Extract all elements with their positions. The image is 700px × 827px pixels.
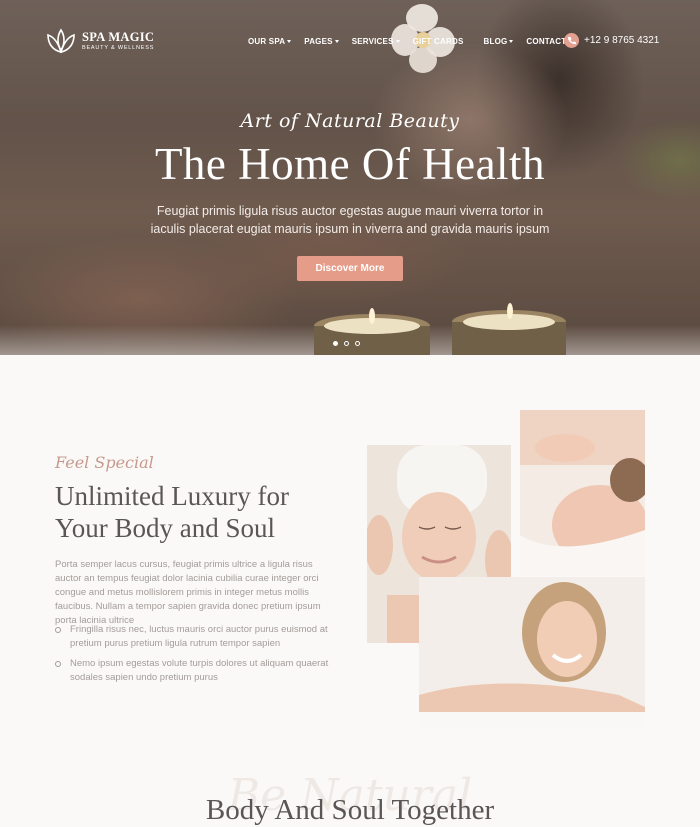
back-massage-photo (520, 410, 645, 576)
slide-dot[interactable] (344, 341, 349, 346)
about-title-line: Your Body and Soul (55, 513, 276, 543)
smiling-woman-photo (419, 577, 645, 728)
menu-item-gift-cards[interactable]: GIFT CARDS (413, 37, 464, 46)
about-section: Feel Special Unlimited Luxury for Your B… (0, 355, 700, 826)
phone-icon (564, 33, 579, 48)
about-description: Porta semper lacus cursus, feugiat primi… (55, 559, 321, 626)
list-item: Nemo ipsum egestas volute turpis dolores… (55, 657, 340, 685)
candle-right-image (452, 303, 566, 355)
about-title: Unlimited Luxury for Your Body and Soul (55, 480, 289, 544)
hero-description: Feugiat primis ligula risus auctor egest… (150, 204, 550, 236)
menu-item-our-spa[interactable]: OUR SPA (248, 37, 292, 46)
list-item-text: Nemo ipsum egestas volute turpis dolores… (70, 658, 329, 683)
menu-item-pages[interactable]: PAGES (304, 37, 339, 46)
brand-name: SPA MAGIC (82, 30, 155, 44)
menu-label: BLOG (483, 37, 508, 46)
section-title: Body And Soul Together (205, 794, 495, 826)
candle-left-image (314, 308, 430, 355)
hero-section: SPA MAGIC BEAUTY & WELLNESS OUR SPA PAGE… (0, 0, 700, 355)
brand-logo[interactable]: SPA MAGIC BEAUTY & WELLNESS (46, 28, 154, 54)
about-title-line: Unlimited Luxury for (55, 481, 289, 511)
menu-item-blog[interactable]: BLOG (484, 37, 514, 46)
chevron-down-icon (334, 40, 339, 43)
list-item: Fringilla risus nec, luctus mauris orci … (55, 623, 340, 651)
slide-dot[interactable] (333, 341, 338, 346)
chevron-down-icon (509, 40, 514, 43)
phone-link[interactable]: +12 9 8765 4321 (564, 33, 659, 48)
phone-number: +12 9 8765 4321 (584, 35, 660, 46)
about-kicker: Feel Special (55, 453, 154, 472)
list-item-text: Fringilla risus nec, luctus mauris orci … (70, 624, 328, 649)
top-navigation: SPA MAGIC BEAUTY & WELLNESS OUR SPA PAGE… (0, 0, 700, 82)
menu-label: OUR SPA (248, 37, 286, 46)
discover-more-button[interactable]: Discover More (296, 256, 404, 281)
feature-list: Fringilla risus nec, luctus mauris orci … (55, 623, 340, 691)
menu-item-services[interactable]: SERVICES (352, 37, 400, 46)
slide-dot[interactable] (355, 341, 360, 346)
slider-pagination (333, 341, 360, 346)
hero-content: Art of Natural Beauty The Home Of Health… (0, 110, 700, 281)
menu-label: SERVICES (351, 37, 394, 46)
hero-subtitle: Art of Natural Beauty (240, 110, 460, 132)
hero-title: The Home Of Health (154, 139, 546, 189)
chevron-down-icon (395, 40, 400, 43)
bullet-circle-icon (55, 627, 61, 633)
main-menu: OUR SPA PAGES SERVICES GIFT CARDS BLOG C… (248, 37, 585, 46)
menu-label: GIFT CARDS (412, 37, 464, 46)
bullet-circle-icon (55, 661, 61, 667)
menu-label: PAGES (304, 37, 333, 46)
brand-tagline: BEAUTY & WELLNESS (82, 45, 155, 51)
chevron-down-icon (287, 40, 292, 43)
lotus-logo-icon (47, 28, 75, 54)
